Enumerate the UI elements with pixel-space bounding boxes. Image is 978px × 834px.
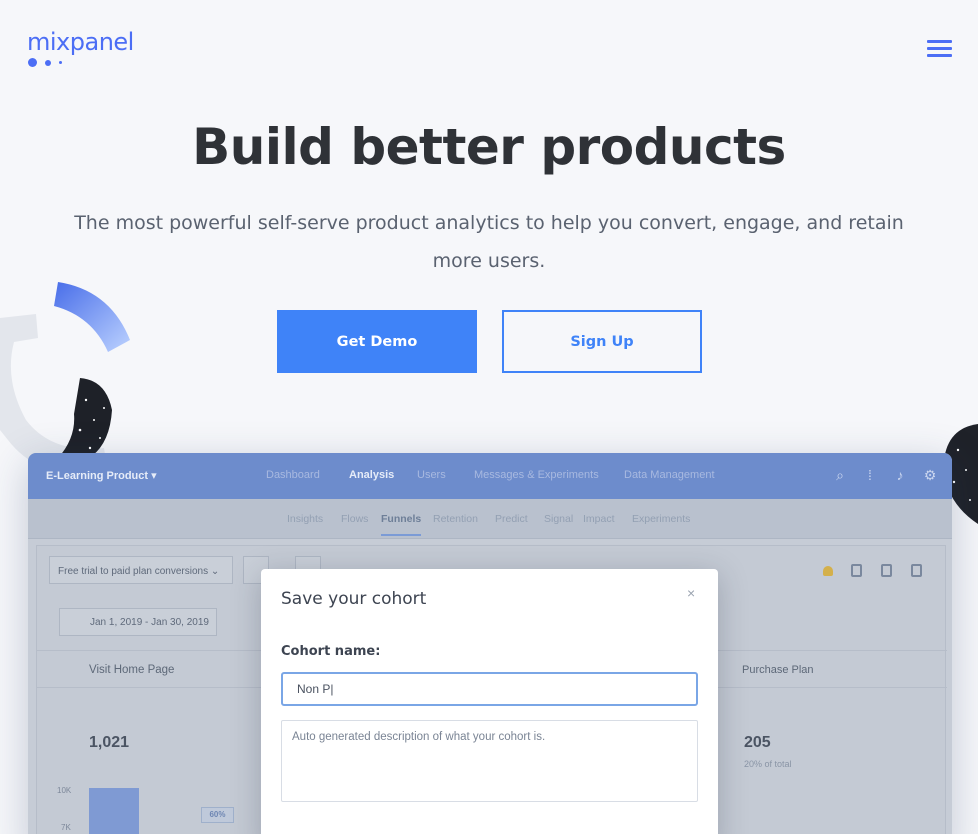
logo-text: mixpanel	[27, 28, 134, 56]
report-select[interactable]: Free trial to paid plan conversions ⌄	[49, 556, 233, 584]
tab-insights[interactable]: Insights	[287, 513, 323, 525]
cohort-description-field[interactable]	[281, 720, 698, 802]
funnel-last-value: 205	[744, 734, 771, 751]
funnel-last-percent: 20% of total	[744, 759, 792, 769]
tab-flows[interactable]: Flows	[341, 513, 368, 525]
hamburger-menu-icon[interactable]	[927, 40, 952, 57]
nav-data-management[interactable]: Data Management	[624, 469, 715, 481]
y-axis-tick: 7K	[61, 823, 71, 832]
funnel-step-last: Purchase Plan	[742, 664, 814, 676]
app-subnav: Insights Flows Funnels Retention Predict…	[28, 499, 952, 539]
save-cohort-modal: Save your cohort × Cohort name:	[261, 569, 718, 834]
tab-experiments[interactable]: Experiments	[632, 513, 690, 525]
tab-retention[interactable]: Retention	[433, 513, 478, 525]
conversion-badge: 60%	[201, 807, 234, 823]
tab-signal[interactable]: Signal	[544, 513, 573, 525]
search-icon[interactable]: ⌕	[832, 467, 848, 483]
tab-funnels[interactable]: Funnels	[381, 513, 422, 536]
project-selector[interactable]: E-Learning Product ▾	[46, 469, 157, 482]
y-axis-tick: 10K	[57, 786, 72, 795]
comment-icon[interactable]	[911, 564, 922, 577]
settings-icon[interactable]: ⚙	[922, 467, 938, 483]
funnel-step-first: Visit Home Page	[89, 664, 175, 676]
modal-title: Save your cohort	[281, 589, 427, 609]
hero-title: Build better products	[192, 118, 786, 176]
alert-bell-icon[interactable]	[823, 566, 833, 576]
date-range-picker[interactable]: Jan 1, 2019 - Jan 30, 2019	[59, 608, 217, 636]
close-icon[interactable]: ×	[687, 585, 695, 601]
nav-messages-experiments[interactable]: Messages & Experiments	[474, 469, 599, 481]
nav-analysis[interactable]: Analysis	[349, 469, 394, 481]
tab-impact[interactable]: Impact	[583, 513, 615, 525]
sign-up-button[interactable]: Sign Up	[502, 310, 702, 373]
get-demo-button[interactable]: Get Demo	[277, 310, 477, 373]
funnel-bar	[89, 788, 139, 834]
app-toolbar-icons: ⌕ ⁞ ♪ ⚙	[832, 467, 938, 483]
cohort-name-input[interactable]	[281, 672, 698, 706]
hero-subtitle: The most powerful self-serve product ana…	[74, 212, 904, 272]
bell-icon[interactable]: ♪	[892, 467, 908, 483]
app-topbar: E-Learning Product ▾ Dashboard Analysis …	[28, 453, 952, 499]
mixpanel-logo[interactable]: mixpanel	[27, 28, 134, 67]
trash-icon[interactable]	[851, 564, 862, 577]
nav-users[interactable]: Users	[417, 469, 446, 481]
tab-predict[interactable]: Predict	[495, 513, 528, 525]
logo-dots	[27, 58, 134, 67]
cohort-name-label: Cohort name:	[281, 644, 381, 659]
nav-dashboard[interactable]: Dashboard	[266, 469, 320, 481]
apps-grid-icon[interactable]: ⁞	[862, 467, 878, 483]
export-icon[interactable]	[881, 564, 892, 577]
funnel-first-value: 1,021	[89, 734, 130, 751]
